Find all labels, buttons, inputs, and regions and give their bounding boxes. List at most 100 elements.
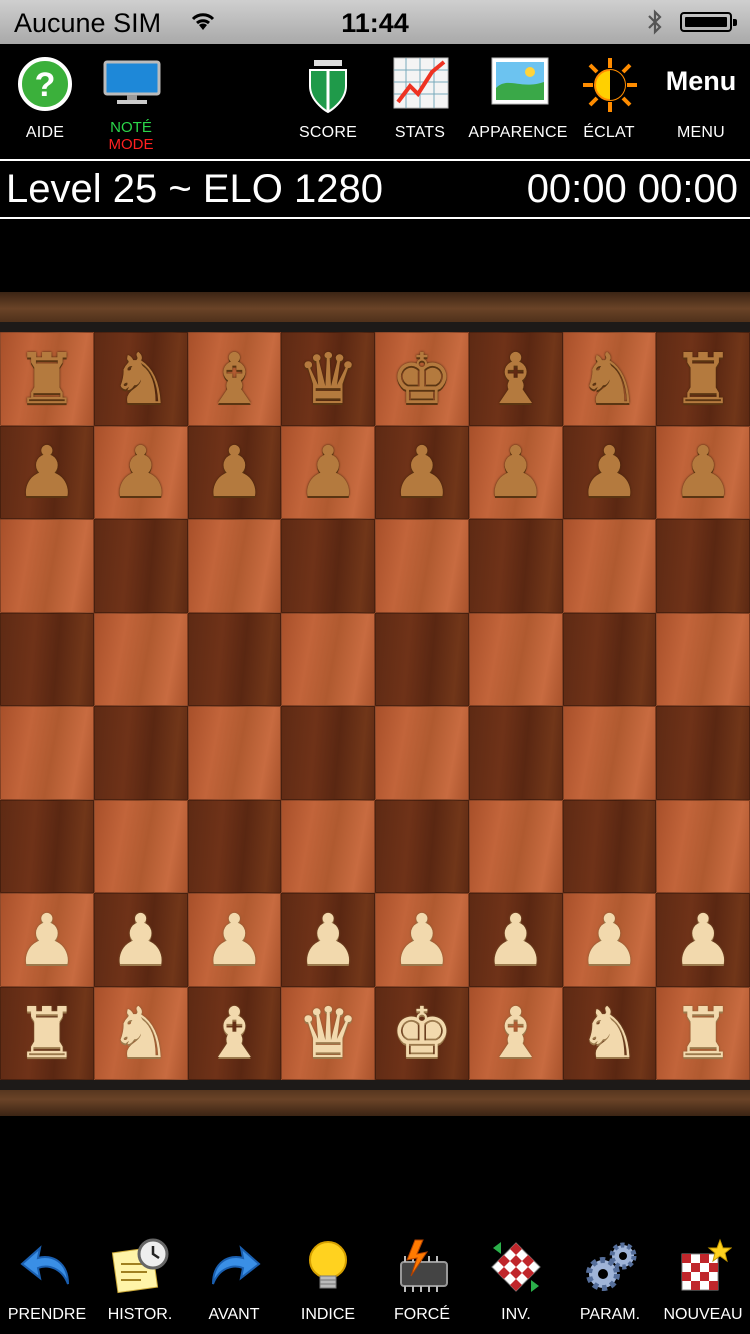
square-e8[interactable]: ♚ [375, 332, 469, 426]
square-a6[interactable] [0, 519, 94, 613]
square-a8[interactable]: ♜ [0, 332, 94, 426]
white-bishop-piece[interactable]: ♝ [470, 988, 562, 1080]
square-f2[interactable]: ♟ [468, 893, 563, 987]
black-bishop-piece[interactable]: ♝ [470, 333, 562, 425]
square-b4[interactable] [93, 706, 188, 800]
square-h4[interactable] [656, 706, 750, 800]
square-g3[interactable] [562, 799, 657, 893]
square-g5[interactable] [562, 612, 657, 706]
invert-board-button[interactable]: INV. [469, 1228, 563, 1334]
square-g8[interactable]: ♞ [562, 332, 657, 426]
history-button[interactable]: HISTOR. [93, 1228, 187, 1334]
white-pawn-piece[interactable]: ♟ [189, 894, 281, 986]
black-bishop-piece[interactable]: ♝ [189, 333, 281, 425]
square-b3[interactable] [93, 799, 188, 893]
square-e2[interactable]: ♟ [375, 893, 469, 987]
square-h6[interactable] [656, 519, 750, 613]
white-knight-piece[interactable]: ♞ [95, 988, 187, 1080]
new-game-button[interactable]: NOUVEAU [656, 1228, 750, 1334]
stats-button[interactable]: STATS [375, 44, 465, 158]
white-rook-piece[interactable]: ♜ [657, 988, 749, 1080]
square-h1[interactable]: ♜ [656, 986, 750, 1080]
square-g1[interactable]: ♞ [562, 986, 657, 1080]
chess-board[interactable]: ♜ ♞ ♝ ♛ ♚ ♝ ♞ ♜ ♟ ♟ ♟ ♟ ♟ ♟ ♟ ♟ ♟ ♟ ♟ ♟ ♟ ♟ ♟ ♟ ♜ ♞ ♝ ♛ ♚ ♝ ♞ ♜ [0, 332, 750, 1080]
square-f4[interactable] [468, 706, 563, 800]
square-e5[interactable] [375, 612, 469, 706]
black-king-piece[interactable]: ♚ [376, 333, 468, 425]
black-pawn-piece[interactable]: ♟ [1, 427, 93, 519]
square-d7[interactable]: ♟ [281, 425, 375, 519]
square-h8[interactable]: ♜ [656, 332, 750, 426]
menu-button[interactable]: Menu MENU [656, 44, 746, 158]
square-a3[interactable] [0, 799, 94, 893]
black-queen-piece[interactable]: ♛ [282, 333, 374, 425]
black-rook-piece[interactable]: ♜ [1, 333, 93, 425]
square-f6[interactable] [468, 519, 563, 613]
black-pawn-piece[interactable]: ♟ [564, 427, 656, 519]
hint-button[interactable]: INDICE [281, 1228, 375, 1334]
square-d1[interactable]: ♛ [281, 986, 375, 1080]
white-pawn-piece[interactable]: ♟ [564, 894, 656, 986]
white-king-piece[interactable]: ♚ [376, 988, 468, 1080]
square-a1[interactable]: ♜ [0, 986, 94, 1080]
black-pawn-piece[interactable]: ♟ [95, 427, 187, 519]
white-pawn-piece[interactable]: ♟ [1, 894, 93, 986]
forward-button[interactable]: AVANT [187, 1228, 281, 1334]
square-b5[interactable] [93, 612, 188, 706]
square-c5[interactable] [187, 612, 282, 706]
square-g2[interactable]: ♟ [562, 893, 657, 987]
black-pawn-piece[interactable]: ♟ [470, 427, 562, 519]
square-c6[interactable] [187, 519, 282, 613]
square-c8[interactable]: ♝ [187, 332, 282, 426]
square-d8[interactable]: ♛ [281, 332, 375, 426]
square-d3[interactable] [281, 799, 375, 893]
square-e3[interactable] [375, 799, 469, 893]
square-f7[interactable]: ♟ [468, 425, 563, 519]
square-h2[interactable]: ♟ [656, 893, 750, 987]
square-f5[interactable] [468, 612, 563, 706]
square-h3[interactable] [656, 799, 750, 893]
black-pawn-piece[interactable]: ♟ [282, 427, 374, 519]
square-g4[interactable] [562, 706, 657, 800]
square-c1[interactable]: ♝ [187, 986, 282, 1080]
square-g6[interactable] [562, 519, 657, 613]
undo-button[interactable]: PRENDRE [0, 1228, 94, 1334]
black-pawn-piece[interactable]: ♟ [189, 427, 281, 519]
black-pawn-piece[interactable]: ♟ [657, 427, 749, 519]
square-h5[interactable] [656, 612, 750, 706]
square-d6[interactable] [281, 519, 375, 613]
black-knight-piece[interactable]: ♞ [95, 333, 187, 425]
settings-button[interactable]: PARAM. [563, 1228, 657, 1334]
white-pawn-piece[interactable]: ♟ [657, 894, 749, 986]
square-d5[interactable] [281, 612, 375, 706]
square-f3[interactable] [468, 799, 563, 893]
square-b6[interactable] [93, 519, 188, 613]
square-d4[interactable] [281, 706, 375, 800]
force-button[interactable]: FORCÉ [375, 1228, 469, 1334]
square-d2[interactable]: ♟ [281, 893, 375, 987]
square-f1[interactable]: ♝ [468, 986, 563, 1080]
square-b1[interactable]: ♞ [93, 986, 188, 1080]
square-h7[interactable]: ♟ [656, 425, 750, 519]
white-knight-piece[interactable]: ♞ [564, 988, 656, 1080]
square-c4[interactable] [187, 706, 282, 800]
white-rook-piece[interactable]: ♜ [1, 988, 93, 1080]
square-c3[interactable] [187, 799, 282, 893]
square-b2[interactable]: ♟ [93, 893, 188, 987]
square-f8[interactable]: ♝ [468, 332, 563, 426]
square-a2[interactable]: ♟ [0, 893, 94, 987]
white-pawn-piece[interactable]: ♟ [470, 894, 562, 986]
white-pawn-piece[interactable]: ♟ [376, 894, 468, 986]
note-mode-button[interactable]: NOTÉ MODE [86, 44, 176, 158]
square-e6[interactable] [375, 519, 469, 613]
black-rook-piece[interactable]: ♜ [657, 333, 749, 425]
white-bishop-piece[interactable]: ♝ [189, 988, 281, 1080]
white-queen-piece[interactable]: ♛ [282, 988, 374, 1080]
square-e1[interactable]: ♚ [375, 986, 469, 1080]
square-e7[interactable]: ♟ [375, 425, 469, 519]
square-a5[interactable] [0, 612, 94, 706]
white-pawn-piece[interactable]: ♟ [95, 894, 187, 986]
black-knight-piece[interactable]: ♞ [564, 333, 656, 425]
black-pawn-piece[interactable]: ♟ [376, 427, 468, 519]
square-a7[interactable]: ♟ [0, 425, 94, 519]
